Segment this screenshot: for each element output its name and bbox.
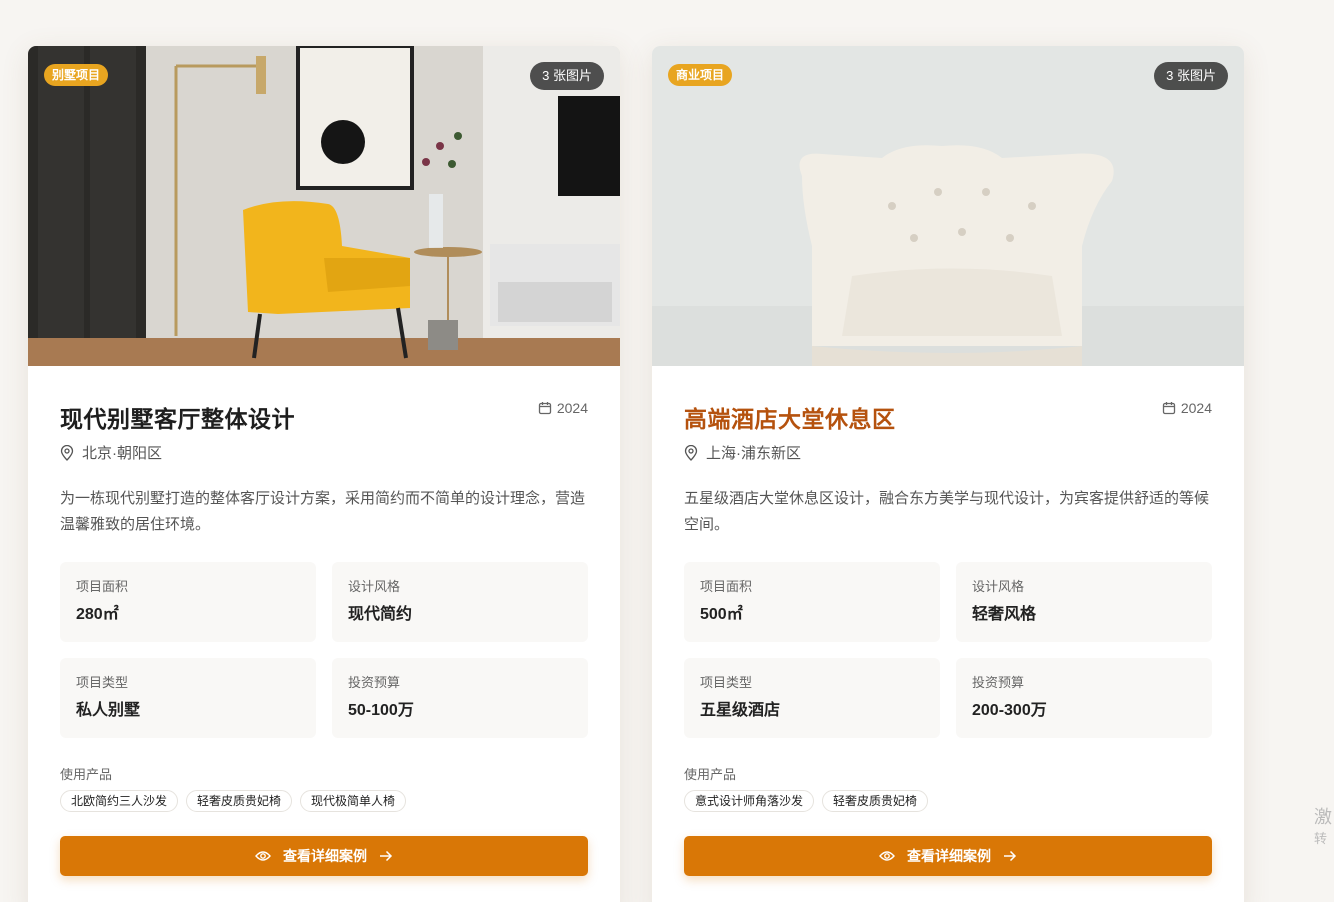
- stat-label: 项目面积: [76, 579, 129, 594]
- project-year: 2024: [1162, 400, 1212, 416]
- product-tag[interactable]: 意式设计师角落沙发: [684, 790, 815, 812]
- photo-count-badge[interactable]: 3 张图片: [530, 62, 604, 90]
- stat-label: 投资预算: [972, 675, 1025, 690]
- stat-label: 设计风格: [348, 579, 401, 594]
- stat-label: 项目类型: [700, 675, 753, 690]
- stat-label: 项目面积: [700, 579, 753, 594]
- view-case-label: 查看详细案例: [907, 848, 991, 864]
- photo-count-badge[interactable]: 3 张图片: [1154, 62, 1228, 90]
- side-watermark-text: 激 转: [1314, 806, 1332, 850]
- living-room-photo: [28, 46, 620, 366]
- map-pin-icon: [60, 444, 74, 461]
- stat-value: 私人别墅: [76, 702, 141, 719]
- stat-label: 设计风格: [972, 579, 1025, 594]
- product-tag[interactable]: 轻奢皮质贵妃椅: [186, 790, 293, 812]
- calendar-icon: [538, 402, 551, 415]
- stat-budget: 投资预算 50-100万: [332, 658, 588, 738]
- eye-icon: [255, 851, 271, 861]
- project-photo[interactable]: 别墅项目 3 张图片: [28, 46, 620, 366]
- product-tag[interactable]: 现代极简单人椅: [300, 790, 407, 812]
- view-case-label: 查看详细案例: [283, 848, 367, 864]
- stat-value: 50-100万: [348, 702, 414, 719]
- eye-icon: [879, 851, 895, 861]
- stat-value: 200-300万: [972, 702, 1047, 719]
- stat-value: 现代简约: [348, 606, 413, 623]
- calendar-icon: [1162, 402, 1175, 415]
- side-text-line: 转: [1314, 831, 1328, 846]
- category-badge: 商业项目: [668, 64, 733, 86]
- year-text: 2024: [1180, 400, 1212, 416]
- project-title[interactable]: 高端酒店大堂休息区: [684, 400, 896, 434]
- stat-area: 项目面积 500㎡: [684, 562, 940, 642]
- stat-value: 280㎡: [76, 606, 119, 623]
- view-case-button[interactable]: 查看详细案例: [60, 836, 588, 876]
- stat-label: 项目类型: [76, 675, 129, 690]
- project-description: 五星级酒店大堂休息区设计，融合东方美学与现代设计，为宾客提供舒适的等候空间。: [684, 490, 1210, 533]
- category-badge: 别墅项目: [44, 64, 109, 86]
- project-location: 上海·浦东新区: [684, 442, 801, 463]
- arrow-right-icon: [1004, 850, 1017, 862]
- stat-type: 项目类型 五星级酒店: [684, 658, 940, 738]
- arrow-right-icon: [380, 850, 393, 862]
- year-text: 2024: [556, 400, 588, 416]
- project-title[interactable]: 现代别墅客厅整体设计: [60, 400, 295, 434]
- stat-label: 投资预算: [348, 675, 401, 690]
- project-description: 为一栋现代别墅打造的整体客厅设计方案，采用简约而不简单的设计理念，营造温馨雅致的…: [60, 490, 586, 533]
- project-stats: 项目面积 500㎡ 设计风格 轻奢风格 项目类型 五星级酒店 投资预算 200-…: [684, 562, 1212, 738]
- product-tag[interactable]: 轻奢皮质贵妃椅: [822, 790, 929, 812]
- view-case-button[interactable]: 查看详细案例: [684, 836, 1212, 876]
- product-tag[interactable]: 北欧简约三人沙发: [60, 790, 179, 812]
- products-label: 使用产品: [60, 767, 113, 782]
- products-label: 使用产品: [684, 767, 737, 782]
- stat-style: 设计风格 轻奢风格: [956, 562, 1212, 642]
- project-stats: 项目面积 280㎡ 设计风格 现代简约 项目类型 私人别墅 投资预算 50-10…: [60, 562, 588, 738]
- location-text: 北京·朝阳区: [82, 445, 162, 462]
- hotel-chair-photo: [652, 46, 1244, 366]
- project-year: 2024: [538, 400, 588, 416]
- project-photo[interactable]: 商业项目 3 张图片: [652, 46, 1244, 366]
- location-text: 上海·浦东新区: [706, 445, 801, 462]
- stat-value: 轻奢风格: [972, 606, 1037, 623]
- product-tags: 北欧简约三人沙发 轻奢皮质贵妃椅 现代极简单人椅: [60, 790, 407, 812]
- stat-area: 项目面积 280㎡: [60, 562, 316, 642]
- stat-budget: 投资预算 200-300万: [956, 658, 1212, 738]
- stat-type: 项目类型 私人别墅: [60, 658, 316, 738]
- stat-value: 五星级酒店: [700, 702, 781, 719]
- product-tags: 意式设计师角落沙发 轻奢皮质贵妃椅: [684, 790, 929, 812]
- stat-value: 500㎡: [700, 606, 743, 623]
- project-card: 别墅项目 3 张图片 现代别墅客厅整体设计 2024 北京·朝阳区 为一栋现代别…: [28, 46, 620, 902]
- side-text-line: 激: [1314, 807, 1332, 827]
- map-pin-icon: [684, 444, 698, 461]
- project-location: 北京·朝阳区: [60, 442, 162, 463]
- stat-style: 设计风格 现代简约: [332, 562, 588, 642]
- project-card: 商业项目 3 张图片 高端酒店大堂休息区 2024 上海·浦东新区 五星级酒店大…: [652, 46, 1244, 902]
